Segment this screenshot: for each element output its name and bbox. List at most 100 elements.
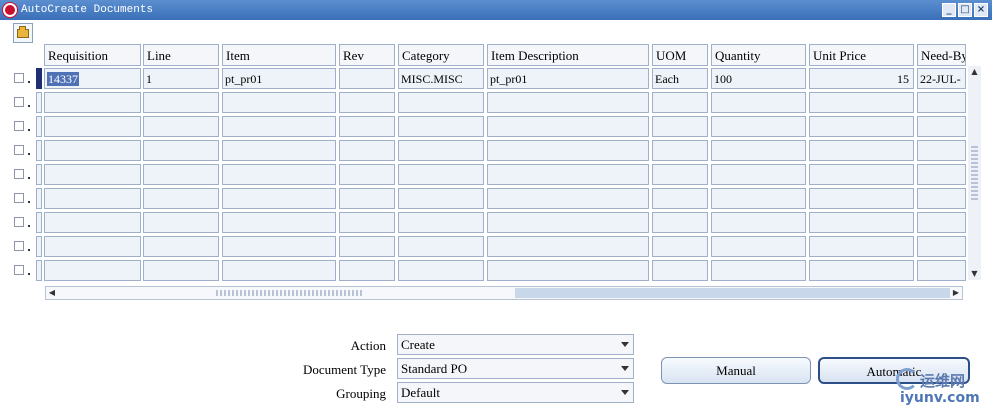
column-header-quantity[interactable]: Quantity xyxy=(711,44,806,66)
record-indicator[interactable] xyxy=(36,212,42,233)
cell-requisition[interactable] xyxy=(44,164,141,185)
scroll-grip[interactable] xyxy=(971,146,978,200)
cell-rev[interactable] xyxy=(339,92,395,113)
cell-rev[interactable] xyxy=(339,140,395,161)
cell-requisition[interactable] xyxy=(44,188,141,209)
cell-uom[interactable] xyxy=(652,212,708,233)
cell-unit-price[interactable]: 15 xyxy=(809,68,914,89)
column-header-requisition[interactable]: Requisition xyxy=(44,44,141,66)
cell-unit-price[interactable] xyxy=(809,164,914,185)
cell-item-description[interactable] xyxy=(487,236,649,257)
manual-button[interactable]: Manual xyxy=(661,357,811,384)
cell-item[interactable] xyxy=(222,116,336,137)
record-indicator[interactable] xyxy=(36,164,42,185)
cell-rev[interactable] xyxy=(339,116,395,137)
cell-quantity[interactable] xyxy=(711,236,806,257)
cell-uom[interactable] xyxy=(652,188,708,209)
cell-item-description[interactable]: pt_pr01 xyxy=(487,68,649,89)
cell-category[interactable] xyxy=(398,164,484,185)
cell-item[interactable] xyxy=(222,164,336,185)
cell-line[interactable] xyxy=(143,236,219,257)
row-select-checkbox[interactable] xyxy=(14,193,24,203)
cell-category[interactable] xyxy=(398,236,484,257)
column-header-category[interactable]: Category xyxy=(398,44,484,66)
cell-quantity[interactable] xyxy=(711,116,806,137)
cell-line[interactable] xyxy=(143,188,219,209)
column-header-line[interactable]: Line xyxy=(143,44,219,66)
cell-quantity[interactable] xyxy=(711,164,806,185)
column-header-uom[interactable]: UOM xyxy=(652,44,708,66)
cell-item-description[interactable] xyxy=(487,140,649,161)
cell-rev[interactable] xyxy=(339,260,395,281)
cell-item-description[interactable] xyxy=(487,164,649,185)
cell-need-by[interactable] xyxy=(917,188,966,209)
cell-need-by[interactable]: 22-JUL- xyxy=(917,68,966,89)
column-header-unit-price[interactable]: Unit Price xyxy=(809,44,914,66)
minimize-button[interactable]: _ xyxy=(942,3,956,17)
cell-uom[interactable] xyxy=(652,140,708,161)
row-select-checkbox[interactable] xyxy=(14,241,24,251)
record-indicator[interactable] xyxy=(36,236,42,257)
cell-item[interactable] xyxy=(222,236,336,257)
column-header-item-description[interactable]: Item Description xyxy=(487,44,649,66)
scroll-up-arrow-icon[interactable]: ▲ xyxy=(968,66,981,78)
cell-requisition[interactable] xyxy=(44,260,141,281)
cell-category[interactable] xyxy=(398,212,484,233)
cell-item-description[interactable] xyxy=(487,188,649,209)
grouping-select[interactable]: Default xyxy=(397,382,634,403)
cell-quantity[interactable]: 100 xyxy=(711,68,806,89)
cell-unit-price[interactable] xyxy=(809,140,914,161)
cell-need-by[interactable] xyxy=(917,164,966,185)
cell-item[interactable] xyxy=(222,140,336,161)
cell-category[interactable] xyxy=(398,188,484,209)
record-indicator[interactable] xyxy=(36,116,42,137)
cell-rev[interactable] xyxy=(339,68,395,89)
cell-item-description[interactable] xyxy=(487,116,649,137)
row-select-checkbox[interactable] xyxy=(14,121,24,131)
cell-line[interactable] xyxy=(143,260,219,281)
cell-requisition[interactable]: 14337 xyxy=(44,68,141,89)
cell-requisition[interactable] xyxy=(44,236,141,257)
cell-need-by[interactable] xyxy=(917,260,966,281)
cell-item[interactable]: pt_pr01 xyxy=(222,68,336,89)
cell-need-by[interactable] xyxy=(917,92,966,113)
cell-line[interactable] xyxy=(143,92,219,113)
cell-quantity[interactable] xyxy=(711,260,806,281)
cell-requisition[interactable] xyxy=(44,92,141,113)
open-button[interactable] xyxy=(13,23,33,43)
cell-item-description[interactable] xyxy=(487,260,649,281)
cell-rev[interactable] xyxy=(339,236,395,257)
cell-item[interactable] xyxy=(222,212,336,233)
scroll-down-arrow-icon[interactable]: ▼ xyxy=(968,268,981,280)
cell-line[interactable] xyxy=(143,116,219,137)
action-select[interactable]: Create xyxy=(397,334,634,355)
cell-unit-price[interactable] xyxy=(809,212,914,233)
cell-uom[interactable] xyxy=(652,236,708,257)
cell-rev[interactable] xyxy=(339,164,395,185)
cell-category[interactable] xyxy=(398,260,484,281)
cell-requisition[interactable] xyxy=(44,212,141,233)
cell-need-by[interactable] xyxy=(917,236,966,257)
cell-uom[interactable] xyxy=(652,116,708,137)
document-type-select[interactable]: Standard PO xyxy=(397,358,634,379)
cell-requisition[interactable] xyxy=(44,140,141,161)
cell-line[interactable] xyxy=(143,140,219,161)
row-select-checkbox[interactable] xyxy=(14,169,24,179)
column-header-need-by[interactable]: Need-By xyxy=(917,44,966,66)
record-indicator[interactable] xyxy=(36,92,42,113)
cell-category[interactable] xyxy=(398,92,484,113)
cell-need-by[interactable] xyxy=(917,212,966,233)
cell-item[interactable] xyxy=(222,92,336,113)
horizontal-scrollbar[interactable]: ◀ ▶ xyxy=(45,286,963,300)
cell-line[interactable] xyxy=(143,212,219,233)
scroll-right-arrow-icon[interactable]: ▶ xyxy=(950,287,962,299)
cell-line[interactable]: 1 xyxy=(143,68,219,89)
row-select-checkbox[interactable] xyxy=(14,97,24,107)
row-select-checkbox[interactable] xyxy=(14,217,24,227)
cell-category[interactable]: MISC.MISC xyxy=(398,68,484,89)
current-record-indicator[interactable] xyxy=(36,68,42,89)
cell-unit-price[interactable] xyxy=(809,260,914,281)
cell-line[interactable] xyxy=(143,164,219,185)
cell-uom[interactable]: Each xyxy=(652,68,708,89)
cell-quantity[interactable] xyxy=(711,188,806,209)
